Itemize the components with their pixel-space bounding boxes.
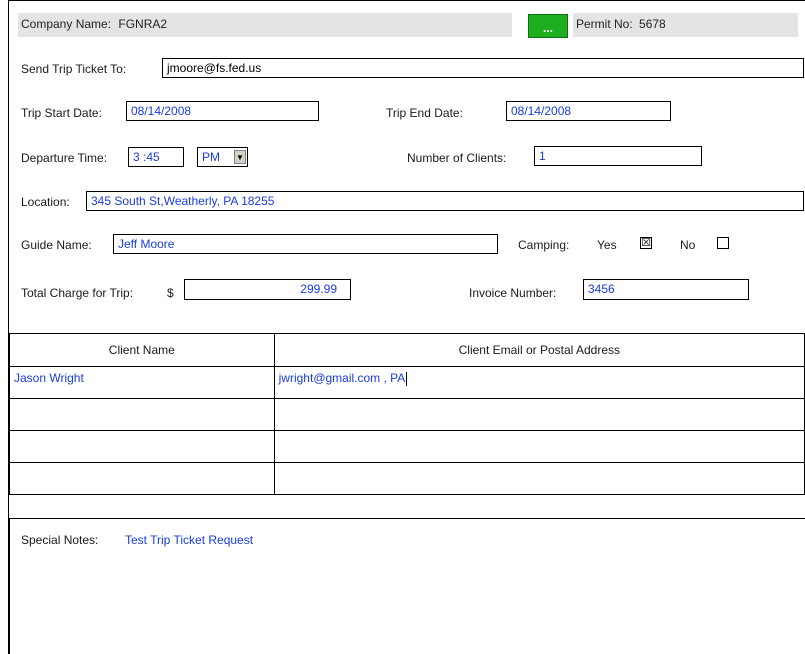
invoice-number-label: Invoice Number:: [469, 286, 557, 300]
client-address-cell[interactable]: [273, 462, 805, 495]
table-row: Jason Wright jwright@gmail.com , PA: [9, 366, 805, 399]
client-address-cell[interactable]: jwright@gmail.com , PA: [273, 366, 805, 399]
departure-time-field[interactable]: 3 :45: [128, 147, 184, 167]
company-name-label: Company Name:: [21, 17, 112, 31]
location-label: Location:: [21, 195, 70, 209]
table-header-row: Client Name Client Email or Postal Addre…: [9, 333, 805, 367]
company-name-value: FGNRA2: [118, 17, 168, 31]
camping-yes-label: Yes: [597, 238, 617, 252]
table-row: [9, 462, 805, 495]
ampm-select[interactable]: PM ▼: [197, 147, 248, 167]
send-to-field[interactable]: jmoore@fs.fed.us: [162, 58, 804, 78]
start-date-label: Trip Start Date:: [21, 106, 102, 120]
table-row: [9, 430, 805, 463]
camping-no-label: No: [680, 238, 696, 252]
permit-label: Permit No:: [576, 17, 633, 31]
camping-label: Camping:: [518, 238, 570, 252]
client-name-cell[interactable]: Jason Wright: [9, 366, 275, 399]
client-name-cell[interactable]: [9, 398, 275, 431]
total-charge-label: Total Charge for Trip:: [21, 286, 134, 300]
guide-name-label: Guide Name:: [21, 238, 92, 252]
total-charge-field[interactable]: 299.99: [184, 279, 351, 300]
client-name-cell[interactable]: [9, 462, 275, 495]
table-row: [9, 398, 805, 431]
client-address-text: jwright@gmail.com , PA: [278, 371, 406, 385]
special-notes-label: Special Notes:: [21, 533, 99, 547]
client-address-cell[interactable]: [273, 430, 805, 463]
permit-value: 5678: [639, 17, 666, 31]
guide-name-field[interactable]: Jeff Moore: [113, 234, 498, 254]
send-to-label: Send Trip Ticket To:: [21, 62, 127, 76]
departure-time-label: Departure Time:: [21, 151, 108, 165]
ampm-value: PM: [202, 150, 220, 164]
client-name-cell[interactable]: [9, 430, 275, 463]
location-field[interactable]: 345 South St,Weatherly, PA 18255: [86, 191, 804, 211]
chevron-down-icon[interactable]: ▼: [234, 150, 246, 164]
start-date-field[interactable]: 08/14/2008: [126, 101, 319, 121]
text-cursor: [406, 371, 408, 386]
end-date-field[interactable]: 08/14/2008: [506, 101, 671, 121]
currency-symbol: $: [167, 286, 174, 300]
column-header-client-name: Client Name: [9, 333, 275, 367]
column-header-client-address: Client Email or Postal Address: [273, 333, 805, 367]
clients-count-label: Number of Clients:: [407, 151, 507, 165]
permit-bar: Permit No: 5678: [573, 13, 798, 37]
client-address-cell[interactable]: [273, 398, 805, 431]
clients-table: Client Name Client Email or Postal Addre…: [9, 333, 805, 495]
special-notes-value[interactable]: Test Trip Ticket Request: [125, 533, 253, 547]
invoice-number-field[interactable]: 3456: [583, 279, 749, 300]
clients-count-field[interactable]: 1: [534, 146, 702, 166]
end-date-label: Trip End Date:: [386, 106, 463, 120]
company-lookup-button[interactable]: ...: [528, 14, 568, 38]
camping-no-checkbox[interactable]: [717, 237, 729, 249]
camping-yes-checkbox[interactable]: ☒: [640, 237, 652, 249]
company-name-bar: Company Name: FGNRA2: [18, 13, 512, 37]
